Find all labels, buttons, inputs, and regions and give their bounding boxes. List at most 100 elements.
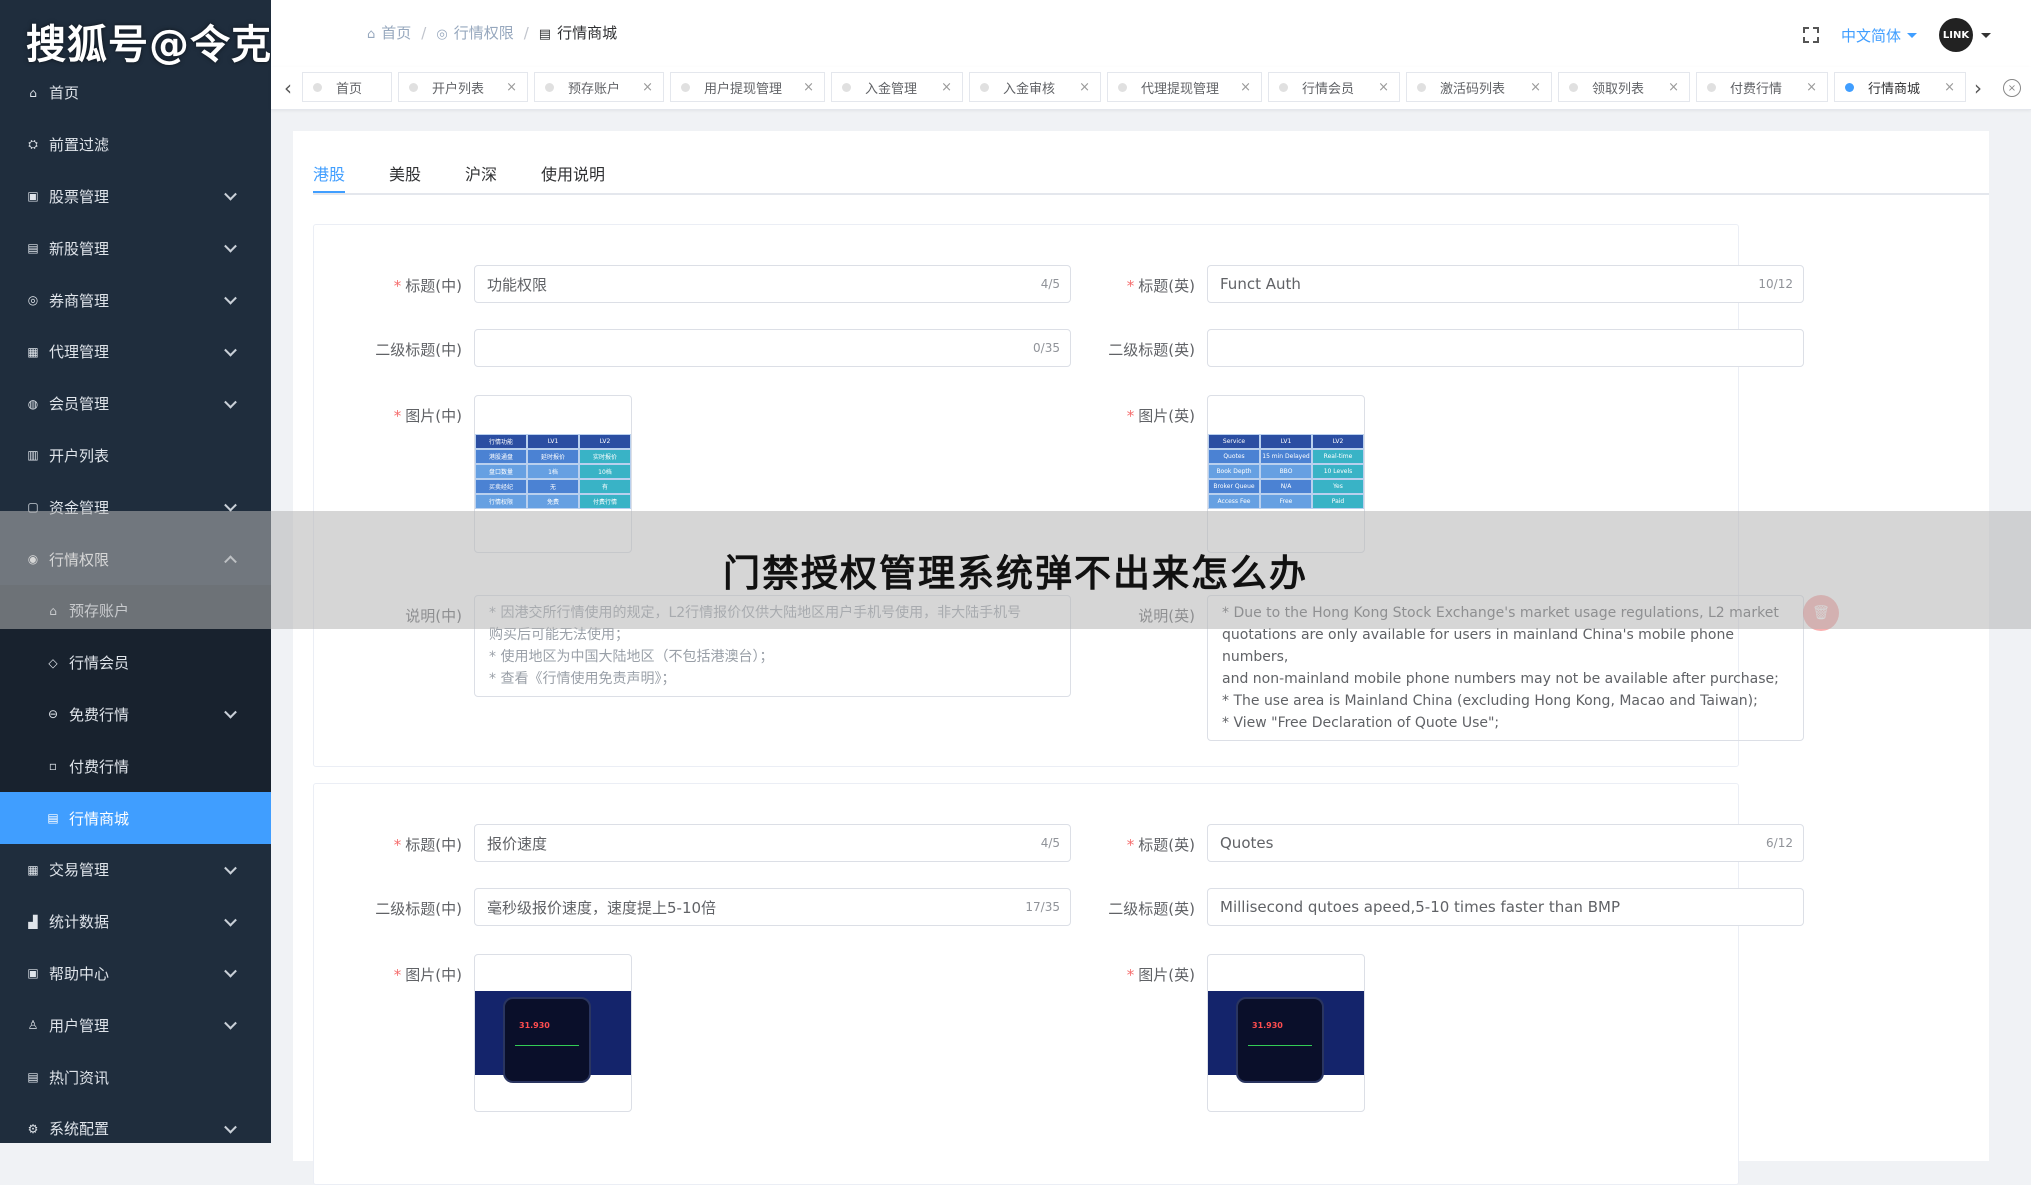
sidebar-item-12[interactable]: ◇ 行情会员 — [0, 636, 271, 689]
tab-美股[interactable]: 美股 — [389, 161, 421, 191]
subtitle-cn-input[interactable]: 毫秒级报价速度，速度提上5-10倍 17/35 — [474, 888, 1071, 926]
thumbnail-cell: 15 min Delayed — [1260, 449, 1312, 464]
sidebar: 搜狐号@令克软件 ⌂ 首页 ⛭ 前置过滤 ▣ 股票管理 ▤ 新股管理 ◎ 券商管理 ▦ 代理管理 ◍ 会员… — [0, 0, 271, 1143]
sidebar-item-9[interactable]: ▢ 资金管理 — [0, 481, 271, 533]
thumbnail-cell: 1档 — [527, 464, 579, 479]
language-select[interactable]: 中文简体 — [1841, 25, 1917, 46]
sidebar-item-7[interactable]: ◍ 会员管理 — [0, 378, 271, 430]
tag-入金审核[interactable]: 入金审核 × — [969, 72, 1101, 102]
close-all-tags-icon[interactable]: × — [2003, 79, 2021, 97]
language-label: 中文简体 — [1840, 26, 1901, 45]
title-cn-row: * 标题(中) 功能权限 4/5 — [356, 265, 1071, 303]
close-tag-icon[interactable]: × — [1366, 80, 1389, 95]
tag-激活码列表[interactable]: 激活码列表 × — [1406, 72, 1552, 102]
tag-代理提现管理[interactable]: 代理提现管理 × — [1107, 72, 1262, 102]
sidebar-item-label: 前置过滤 — [49, 136, 110, 155]
desc-en-row: 说明(英) * Due to the Hong Kong Stock Excha… — [1089, 595, 1804, 741]
image-cn-upload[interactable]: 31.930 — [474, 954, 632, 1112]
close-tag-icon[interactable]: × — [630, 80, 653, 95]
tab-使用说明[interactable]: 使用说明 — [541, 161, 605, 191]
avatar[interactable]: LINK — [1939, 18, 1973, 52]
tag-用户提现管理[interactable]: 用户提现管理 × — [670, 72, 825, 102]
fullscreen-icon[interactable] — [1802, 27, 1819, 43]
title-en-input[interactable]: Quotes 6/12 — [1207, 824, 1804, 862]
delete-section-icon[interactable]: 🗑 — [1803, 595, 1839, 631]
title-cn-input[interactable]: 报价速度 4/5 — [474, 824, 1071, 862]
sidebar-item-17[interactable]: ▟ 统计数据 — [0, 896, 271, 948]
settings-icon: ⚙ — [27, 1121, 39, 1136]
title-en-label: * 标题(英) — [1089, 824, 1207, 855]
tag-status-dot — [545, 82, 554, 92]
avatar-caret-icon[interactable] — [1981, 33, 1991, 43]
sidebar-item-19[interactable]: ♙ 用户管理 — [0, 999, 271, 1051]
close-tag-icon[interactable]: × — [791, 80, 814, 95]
sidebar-item-16[interactable]: ▦ 交易管理 — [0, 844, 271, 896]
sidebar-item-13[interactable]: ⊖ 免费行情 — [0, 688, 271, 741]
sidebar-item-3[interactable]: ▣ 股票管理 — [0, 171, 271, 223]
close-tag-icon[interactable]: × — [929, 80, 952, 95]
sidebar-item-5[interactable]: ◎ 券商管理 — [0, 274, 271, 326]
image-cn-upload[interactable]: 行情功能 LV1 LV2 港股通盘 延时报价 实时报价 盘口数量 1档 10档 买卖经纪无有行情权… — [474, 395, 632, 553]
subtitle-cn-row: 二级标题(中) 0/35 — [356, 329, 1071, 367]
sidebar-item-11[interactable]: ⌂ 预存账户 — [0, 584, 271, 637]
sidebar-item-15[interactable]: ▤ 行情商城 — [0, 792, 271, 844]
thumbnail-cell: 免费 — [527, 494, 579, 509]
tags-list: 首页 开户列表 × 预存账户 × 用户提现管理 × 入金管理 × 入金审核 × 代理提现管理 × 行情会员… — [302, 72, 1972, 102]
close-tag-icon[interactable]: × — [1518, 80, 1541, 95]
sidebar-item-18[interactable]: ▣ 帮助中心 — [0, 948, 271, 1000]
desc-en-textarea[interactable]: * Due to the Hong Kong Stock Exchange's … — [1207, 595, 1804, 741]
tag-付费行情[interactable]: 付费行情 × — [1696, 72, 1828, 102]
title-cn-value: 功能权限 — [487, 275, 548, 294]
close-tag-icon[interactable]: × — [1067, 80, 1090, 95]
image-en-upload[interactable]: Service LV1 LV2 Quotes 15 min Delayed Real-ti… — [1207, 395, 1365, 553]
breadcrumb-item[interactable]: ⌂ 首页 — [367, 22, 411, 43]
close-tag-icon[interactable]: × — [494, 80, 517, 95]
top-header: ⌂ 首页 / ◎ 行情权限 / ▤ 行情商城 中文简体 LINK — [271, 0, 2031, 68]
feature-section-2: * 标题(中) 报价速度 4/5 * 标题(英) Quotes 6/12 二级标题(中)… — [313, 783, 1804, 1185]
tab-沪深[interactable]: 沪深 — [465, 161, 497, 191]
thumbnail-cell: LV1 — [1260, 434, 1312, 449]
sidebar-item-4[interactable]: ▤ 新股管理 — [0, 222, 271, 274]
subtitle-cn-input[interactable]: 0/35 — [474, 329, 1071, 367]
sidebar-item-21[interactable]: ⚙ 系统配置 — [0, 1103, 271, 1143]
tag-领取列表[interactable]: 领取列表 × — [1558, 72, 1690, 102]
subtitle-en-input[interactable] — [1207, 329, 1804, 367]
tab-港股[interactable]: 港股 — [313, 161, 346, 193]
subtitle-en-input[interactable]: Millisecond qutoes apeed,5-10 times fast… — [1207, 888, 1804, 926]
tag-行情会员[interactable]: 行情会员 × — [1268, 72, 1400, 102]
close-tag-icon[interactable]: × — [1794, 80, 1817, 95]
close-tag-icon[interactable]: × — [1228, 80, 1251, 95]
tag-开户列表[interactable]: 开户列表 × — [398, 72, 528, 102]
tag-入金管理[interactable]: 入金管理 × — [831, 72, 963, 102]
close-tag-icon[interactable]: × — [1932, 80, 1955, 95]
tag-status-dot — [1279, 82, 1288, 92]
tags-scroll-left-icon[interactable]: ‹ — [277, 67, 299, 109]
sidebar-item-2[interactable]: ⛭ 前置过滤 — [0, 119, 271, 171]
image-en-row: * 图片(英) Service LV1 LV2 Quotes 15 min Delayed… — [1089, 395, 1365, 553]
subtitle-en-label: 二级标题(英) — [1108, 900, 1195, 918]
sidebar-item-1[interactable]: ⌂ 首页 — [0, 67, 271, 119]
sidebar-item-6[interactable]: ▦ 代理管理 — [0, 326, 271, 378]
thumbnail-cell: Real-time — [1312, 449, 1364, 464]
sidebar-item-label: 热门资讯 — [49, 1068, 110, 1087]
sidebar-item-8[interactable]: ▥ 开户列表 — [0, 430, 271, 482]
sidebar-item-10[interactable]: ◉ 行情权限 — [0, 533, 271, 585]
sidebar-item-20[interactable]: ▤ 热门资讯 — [0, 1051, 271, 1103]
tag-首页[interactable]: 首页 — [302, 72, 392, 102]
image-cn-thumbnail: 行情功能 LV1 LV2 港股通盘 延时报价 实时报价 盘口数量 1档 10档 买卖经纪无有行情权… — [475, 434, 631, 509]
close-tag-icon[interactable]: × — [1656, 80, 1679, 95]
image-en-upload[interactable]: 31.930 — [1207, 954, 1365, 1112]
sidebar-item-label: 统计数据 — [49, 913, 110, 932]
sidebar-item-14[interactable]: ▫ 付费行情 — [0, 740, 271, 793]
breadcrumb-item[interactable]: ◎ 行情权限 — [436, 22, 513, 43]
tag-行情商城[interactable]: 行情商城 × — [1834, 72, 1966, 102]
desc-cn-textarea[interactable]: * 因港交所行情使用的规定，L2行情报价仅供大陆地区用户手机号使用，非大陆手机号… — [474, 595, 1071, 697]
phone-chart-line — [515, 1045, 579, 1046]
thumbnail-cell: BBO — [1260, 464, 1312, 479]
tags-scroll-right-icon[interactable]: › — [1967, 67, 1989, 109]
title-cn-input[interactable]: 功能权限 4/5 — [474, 265, 1071, 303]
tag-预存账户[interactable]: 预存账户 × — [534, 72, 664, 102]
sidebar-item-label: 用户管理 — [49, 1016, 110, 1035]
paid-quote-icon: ▫ — [48, 759, 58, 774]
title-en-input[interactable]: Funct Auth 10/12 — [1207, 265, 1804, 303]
